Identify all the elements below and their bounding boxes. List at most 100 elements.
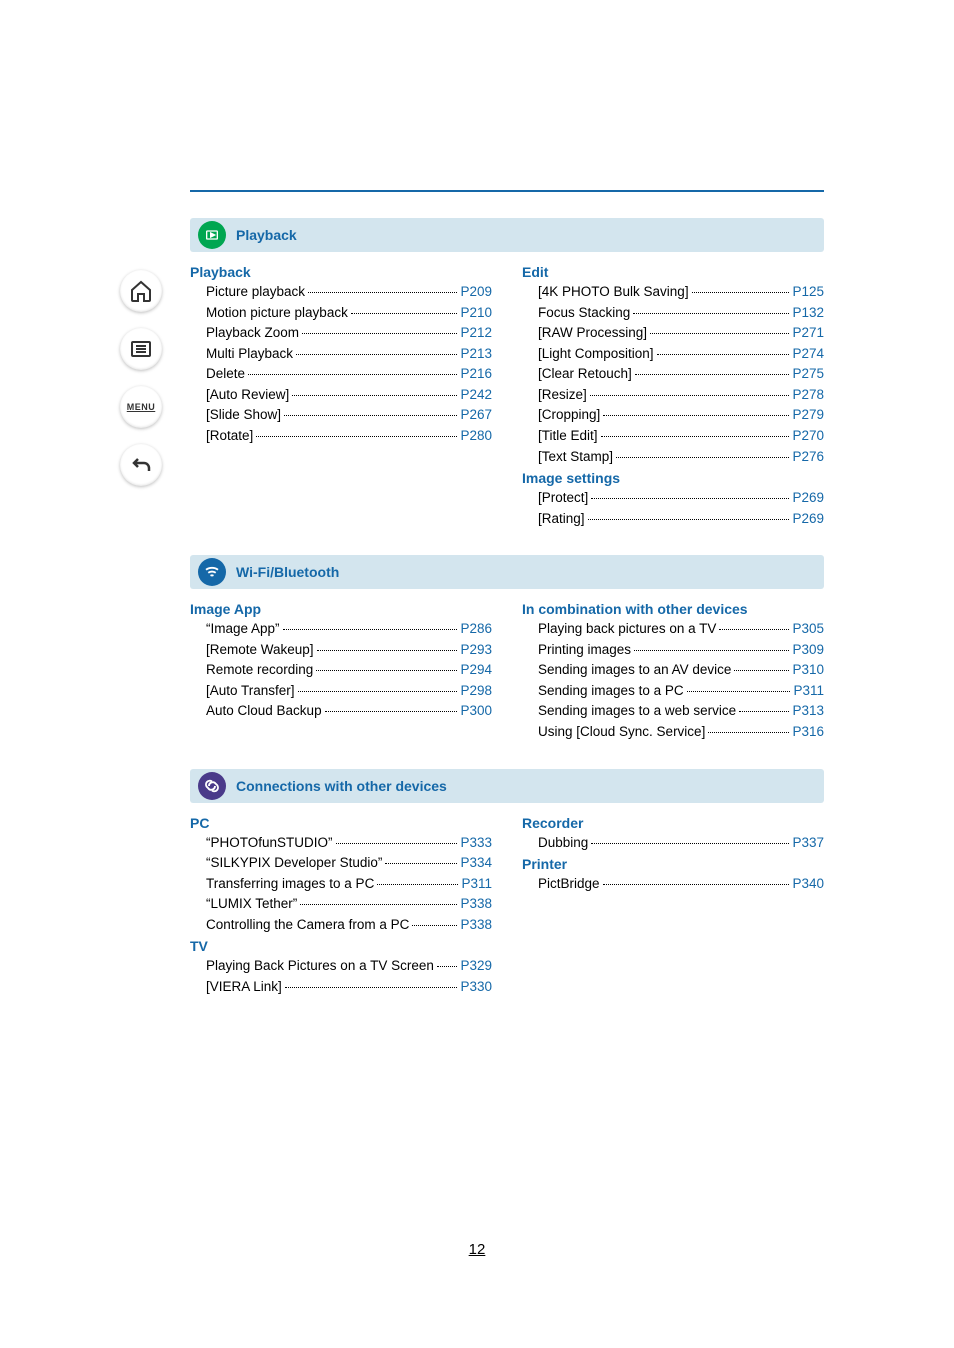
toc-entry[interactable]: Printing imagesP309: [538, 640, 824, 660]
toc-entry[interactable]: Controlling the Camera from a PC P338: [206, 915, 492, 935]
section: Wi-Fi/Bluetooth Image App“Image App”P286[…: [190, 555, 824, 742]
entry-page[interactable]: P280: [460, 426, 492, 446]
toc-entry[interactable]: [Remote Wakeup]P293: [206, 640, 492, 660]
toc-entry[interactable]: Using [Cloud Sync. Service]P316: [538, 722, 824, 742]
toc-entry[interactable]: Playback ZoomP212: [206, 323, 492, 343]
leader-dots: [385, 863, 457, 864]
toc-button[interactable]: [120, 328, 162, 370]
entry-page[interactable]: P294: [460, 660, 492, 680]
entry-label: Delete: [206, 364, 245, 384]
entry-page[interactable]: P313: [792, 701, 824, 721]
entry-page[interactable]: P275: [792, 364, 824, 384]
toc-entry[interactable]: [Clear Retouch]P275: [538, 364, 824, 384]
toc-entry[interactable]: [Title Edit]P270: [538, 426, 824, 446]
entry-page[interactable]: P293: [460, 640, 492, 660]
leader-dots: [603, 415, 789, 416]
toc-entry[interactable]: Playing back pictures on a TVP305: [538, 619, 824, 639]
columns: Image App“Image App”P286[Remote Wakeup]P…: [190, 597, 824, 742]
leader-dots: [603, 884, 790, 885]
toc-entry[interactable]: [Cropping]P279: [538, 405, 824, 425]
entry-page[interactable]: P267: [460, 405, 492, 425]
entry-page[interactable]: P216: [460, 364, 492, 384]
entry-page[interactable]: P286: [460, 619, 492, 639]
toc-entry[interactable]: Sending images to a web serviceP313: [538, 701, 824, 721]
entry-page[interactable]: P270: [792, 426, 824, 446]
toc-entry[interactable]: [Text Stamp]P276: [538, 447, 824, 467]
section: PlaybackPlaybackPicture playbackP209Moti…: [190, 218, 824, 529]
wifi-icon: [198, 558, 226, 586]
toc-entry[interactable]: [Light Composition]P274: [538, 344, 824, 364]
leader-dots: [692, 292, 790, 293]
toc-entry[interactable]: [Slide Show]P267: [206, 405, 492, 425]
entry-page[interactable]: P329: [460, 956, 492, 976]
toc-entry[interactable]: Transferring images to a PCP311: [206, 874, 492, 894]
leader-dots: [248, 374, 457, 375]
entry-label: Focus Stacking: [538, 303, 630, 323]
toc-entry[interactable]: PictBridgeP340: [538, 874, 824, 894]
entry-page[interactable]: P132: [792, 303, 824, 323]
entry-page[interactable]: P338: [460, 894, 492, 914]
toc-entry[interactable]: Sending images to a PCP311: [538, 681, 824, 701]
toc-entry[interactable]: Multi PlaybackP213: [206, 344, 492, 364]
entry-page[interactable]: P212: [460, 323, 492, 343]
leader-dots: [687, 691, 791, 692]
entry-page[interactable]: P338: [460, 915, 492, 935]
entry-page[interactable]: P337: [792, 833, 824, 853]
entry-page[interactable]: P310: [792, 660, 824, 680]
toc-entry[interactable]: “SILKYPIX Developer Studio”P334: [206, 853, 492, 873]
toc-entry[interactable]: Focus Stacking P132: [538, 303, 824, 323]
toc-entry[interactable]: [Auto Review]P242: [206, 385, 492, 405]
entry-label: Controlling the Camera from a PC: [206, 915, 409, 935]
toc-entry[interactable]: Playing Back Pictures on a TV ScreenP329: [206, 956, 492, 976]
toc-entry[interactable]: [RAW Processing]P271: [538, 323, 824, 343]
entry-page[interactable]: P340: [792, 874, 824, 894]
toc-entry[interactable]: “Image App”P286: [206, 619, 492, 639]
entry-page[interactable]: P242: [460, 385, 492, 405]
toc-entry[interactable]: Motion picture playbackP210: [206, 303, 492, 323]
entry-page[interactable]: P269: [792, 509, 824, 529]
entry-page[interactable]: P316: [792, 722, 824, 742]
sidebar-nav: MENU: [120, 270, 162, 486]
home-button[interactable]: [120, 270, 162, 312]
entry-page[interactable]: P213: [460, 344, 492, 364]
leader-dots: [633, 313, 789, 314]
entry-page[interactable]: P298: [460, 681, 492, 701]
entry-page[interactable]: P269: [792, 488, 824, 508]
entry-page[interactable]: P333: [460, 833, 492, 853]
entry-page[interactable]: P125: [792, 282, 824, 302]
entry-page[interactable]: P330: [460, 977, 492, 997]
toc-entry[interactable]: “PHOTOfunSTUDIO”P333: [206, 833, 492, 853]
entry-page[interactable]: P300: [460, 701, 492, 721]
toc-entry[interactable]: [VIERA Link]P330: [206, 977, 492, 997]
toc-entry[interactable]: Picture playbackP209: [206, 282, 492, 302]
toc-entry[interactable]: [Rating]P269: [538, 509, 824, 529]
toc-entry[interactable]: DubbingP337: [538, 833, 824, 853]
entry-page[interactable]: P271: [792, 323, 824, 343]
entry-page[interactable]: P309: [792, 640, 824, 660]
entry-page[interactable]: P276: [792, 447, 824, 467]
entry-page[interactable]: P274: [792, 344, 824, 364]
entry-page[interactable]: P209: [460, 282, 492, 302]
toc-entry[interactable]: [Auto Transfer]P298: [206, 681, 492, 701]
toc-entry[interactable]: [Rotate]P280: [206, 426, 492, 446]
toc-entry[interactable]: Delete P216: [206, 364, 492, 384]
menu-button[interactable]: MENU: [120, 386, 162, 428]
toc-entry[interactable]: “LUMIX Tether”P338: [206, 894, 492, 914]
entry-page[interactable]: P311: [461, 874, 492, 894]
back-button[interactable]: [120, 444, 162, 486]
toc-entry[interactable]: Remote recordingP294: [206, 660, 492, 680]
entry-page[interactable]: P305: [792, 619, 824, 639]
entry-page[interactable]: P210: [460, 303, 492, 323]
leader-dots: [591, 498, 789, 499]
leader-dots: [650, 333, 789, 334]
toc-entry[interactable]: Auto Cloud BackupP300: [206, 701, 492, 721]
toc-entry[interactable]: [4K PHOTO Bulk Saving]P125: [538, 282, 824, 302]
entry-page[interactable]: P279: [792, 405, 824, 425]
toc-entry[interactable]: [Protect]P269: [538, 488, 824, 508]
section-title: Wi-Fi/Bluetooth: [236, 564, 339, 580]
toc-entry[interactable]: Sending images to an AV deviceP310: [538, 660, 824, 680]
entry-page[interactable]: P311: [793, 681, 824, 701]
entry-page[interactable]: P278: [792, 385, 824, 405]
toc-entry[interactable]: [Resize]P278: [538, 385, 824, 405]
entry-page[interactable]: P334: [460, 853, 492, 873]
